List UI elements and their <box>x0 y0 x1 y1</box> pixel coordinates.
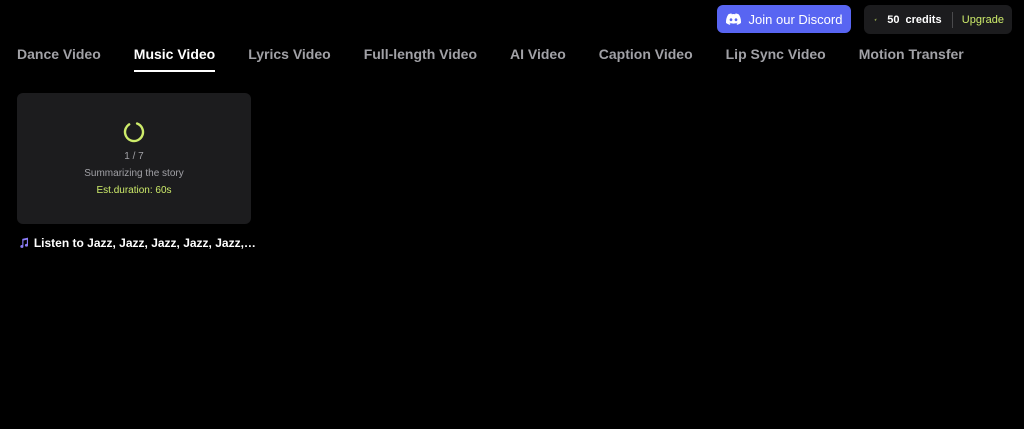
tab-ai-video[interactable]: AI Video <box>510 46 566 72</box>
tab-motion-transfer[interactable]: Motion Transfer <box>859 46 964 72</box>
join-discord-label: Join our Discord <box>748 11 843 27</box>
page: Join our Discord 50 credits Upgrade Danc… <box>0 0 1024 429</box>
tab-music-video[interactable]: Music Video <box>133 46 216 72</box>
tab-dance-video[interactable]: Dance Video <box>17 46 101 72</box>
status-text: Summarizing the story <box>84 168 184 179</box>
card-title: Listen to Jazz, Jazz, Jazz, Jazz, Jazz, … <box>19 236 259 250</box>
video-type-tabs: Dance Video Music Video Lyrics Video Ful… <box>17 46 964 72</box>
credits-panel: 50 credits Upgrade <box>864 5 1012 34</box>
upgrade-link[interactable]: Upgrade <box>962 14 1004 26</box>
tab-lip-sync-video[interactable]: Lip Sync Video <box>726 46 826 72</box>
credits-label: credits <box>905 13 942 26</box>
sparkle-icon <box>874 17 878 21</box>
card-title-text: Listen to Jazz, Jazz, Jazz, Jazz, Jazz, … <box>33 236 259 250</box>
loading-spinner-icon <box>123 121 145 143</box>
progress-step: 1 / 7 <box>124 151 144 162</box>
discord-icon <box>725 13 741 25</box>
tab-caption-video[interactable]: Caption Video <box>599 46 693 72</box>
tab-full-length-video[interactable]: Full-length Video <box>364 46 477 72</box>
tab-lyrics-video[interactable]: Lyrics Video <box>248 46 330 72</box>
estimated-duration: Est.duration: 60s <box>96 185 172 196</box>
video-generation-card[interactable]: 1 / 7 Summarizing the story Est.duration… <box>17 93 251 224</box>
join-discord-button[interactable]: Join our Discord <box>717 5 851 33</box>
music-note-icon <box>20 237 29 248</box>
credits-count: 50 <box>887 13 900 26</box>
